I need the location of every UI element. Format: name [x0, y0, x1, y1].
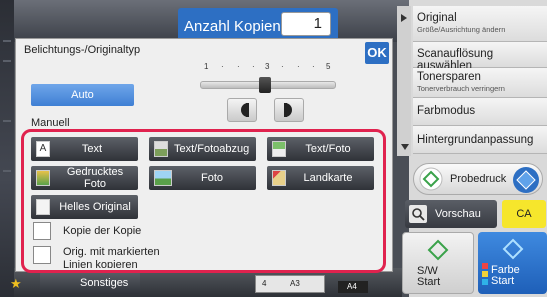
tray-size-a3: A3: [290, 279, 300, 288]
yellow-indicator: [482, 271, 488, 277]
dialog-title: Belichtungs-/Originaltyp: [24, 44, 141, 56]
magnifier-icon: [409, 205, 427, 223]
scale-label: 1: [204, 62, 209, 71]
sidebar-item-background[interactable]: Hintergrundanpassung: [413, 126, 547, 154]
type-button-label: Text/Fotoabzug: [174, 143, 250, 155]
scroll-down-icon[interactable]: [401, 144, 409, 150]
tray-number: 4: [262, 279, 267, 288]
scale-dot: ·: [237, 62, 240, 71]
color-start-button[interactable]: Farbe Start: [478, 232, 547, 294]
paper-size-a4: A4: [347, 282, 357, 291]
type-photo-button[interactable]: Foto: [149, 166, 256, 190]
dark-half-icon: [241, 103, 249, 117]
printed-photo-icon: [36, 170, 50, 186]
sidebar-item-scan-resolution[interactable]: Scanauflösung auswählen: [413, 42, 547, 72]
sidebar-item-sublabel: Tonerverbrauch verringern: [417, 84, 505, 93]
strip-tick: [3, 170, 11, 172]
sidebar-item-label: Hintergrundanpassung: [417, 134, 534, 146]
light-half-icon: [284, 103, 292, 117]
auto-button[interactable]: Auto: [31, 84, 134, 106]
type-button-label: Gedrucktes Foto: [66, 166, 124, 190]
map-icon: [272, 170, 286, 186]
scale-label: 5: [326, 62, 331, 71]
sidebar-item-label: Farbmodus: [417, 105, 476, 117]
proof-print-button[interactable]: Probedruck: [413, 163, 543, 195]
start-diamond-icon: [419, 167, 443, 191]
paper-tray-indicator[interactable]: 4 A3: [255, 275, 325, 293]
type-printed-photo-button[interactable]: Gedrucktes Foto: [31, 166, 138, 190]
strip-tick: [3, 60, 11, 62]
sidebar-item-original[interactable]: Original Größe/Ausrichtung ändern: [413, 6, 547, 42]
type-text-photoprint-button[interactable]: Text/Fotoabzug: [149, 137, 256, 161]
sidebar-item-toner-save[interactable]: Tonersparen Tonerverbrauch verringern: [413, 68, 547, 98]
scale-label: 3: [265, 62, 270, 71]
clear-all-button[interactable]: CA: [502, 200, 546, 228]
bw-start-button[interactable]: S/W Start: [402, 232, 474, 294]
left-edge-strip: [0, 0, 14, 297]
text-photo-icon: [272, 141, 286, 157]
scale-dot: ·: [252, 62, 255, 71]
sidebar-item-color-mode[interactable]: Farbmodus: [413, 98, 547, 126]
preview-button[interactable]: Vorschau: [405, 200, 497, 228]
type-button-label: Helles Original: [59, 201, 131, 213]
type-map-button[interactable]: Landkarte: [267, 166, 374, 190]
bw-start-diamond-icon: [427, 239, 449, 261]
photo-icon: [154, 170, 172, 186]
type-text-photo-button[interactable]: Text/Foto: [267, 137, 374, 161]
copies-input[interactable]: 1: [281, 12, 331, 36]
type-button-label: Foto: [200, 172, 223, 184]
copy-of-copy-checkbox[interactable]: [33, 222, 51, 240]
light-original-icon: [36, 199, 50, 215]
marked-lines-checkbox[interactable]: [33, 246, 51, 264]
type-light-original-button[interactable]: Helles Original: [31, 195, 138, 219]
manual-label: Manuell: [31, 117, 70, 129]
cyan-indicator: [482, 279, 488, 285]
sidebar-item-label: Tonersparen: [417, 71, 481, 83]
text-icon: A: [36, 141, 50, 157]
ok-button[interactable]: OK: [365, 42, 389, 64]
proof-print-label: Probedruck: [450, 173, 507, 185]
expand-arrow-icon[interactable]: [401, 14, 407, 22]
copy-of-copy-label: Kopie der Kopie: [63, 225, 142, 237]
marked-lines-label-line2: Linien kopieren: [63, 259, 138, 268]
exposure-slider-thumb[interactable]: [259, 77, 271, 93]
type-button-label: Text: [81, 143, 103, 155]
sidebar-item-sublabel: Größe/Ausrichtung ändern: [417, 25, 506, 34]
color-start-diamond-icon: [502, 238, 524, 260]
scale-dot: ·: [221, 62, 224, 71]
color-start-diamond-icon: [513, 167, 539, 193]
color-start-label-line2: Start: [491, 275, 515, 287]
marked-lines-label-line1: Orig. mit markierten: [63, 246, 160, 258]
type-button-label: Text/Foto: [305, 143, 351, 155]
exposure-increase-button[interactable]: [274, 98, 304, 122]
others-button[interactable]: Sonstiges: [40, 272, 140, 294]
scale-dot: ·: [281, 62, 284, 71]
scale-dot: ·: [312, 62, 315, 71]
panel-scroll-bar[interactable]: [397, 6, 411, 156]
type-button-label: Landkarte: [303, 172, 353, 184]
strip-tick: [3, 40, 11, 42]
preview-label: Vorschau: [435, 208, 481, 220]
favorite-star-icon[interactable]: ★: [10, 276, 22, 292]
exposure-decrease-button[interactable]: [227, 98, 257, 122]
strip-tick: [3, 120, 11, 122]
type-text-button[interactable]: A Text: [31, 137, 138, 161]
bw-start-label-line2: Start: [417, 276, 441, 288]
red-indicator: [482, 263, 488, 269]
copies-label: Anzahl Kopien: [184, 18, 281, 35]
sidebar-item-label: Original: [417, 12, 457, 24]
scale-dot: ·: [297, 62, 300, 71]
others-label: Sonstiges: [80, 277, 129, 289]
paper-size-indicator: A4: [338, 281, 368, 293]
text-photoprint-icon: [154, 141, 168, 157]
